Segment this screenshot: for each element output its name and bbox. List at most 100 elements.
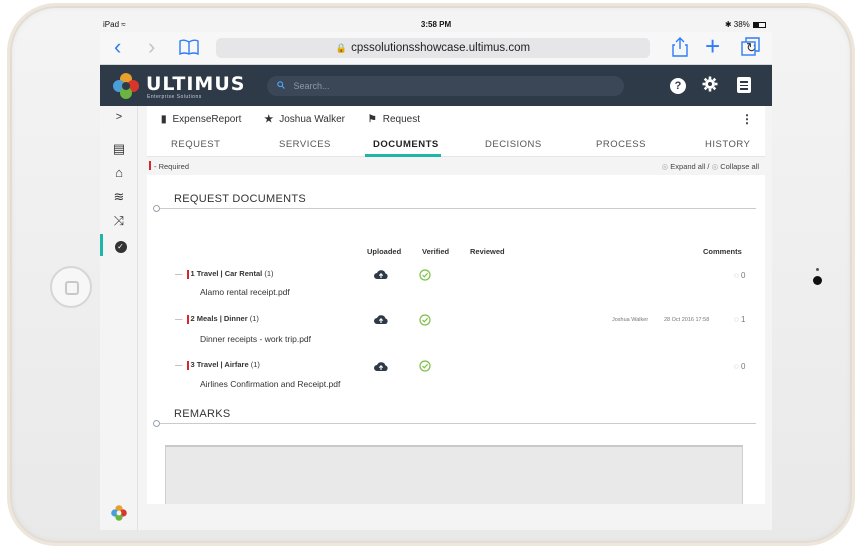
form-icon: ▮ bbox=[161, 114, 167, 125]
url-field[interactable]: 🔒 cpssolutionsshowcase.ultimus.com ↻ bbox=[216, 38, 757, 58]
required-marker bbox=[186, 360, 189, 370]
comment-icon: ◌ bbox=[734, 271, 739, 280]
verified-check-icon[interactable] bbox=[419, 360, 431, 372]
gear-icon[interactable] bbox=[702, 76, 718, 98]
ultimus-mini-logo-icon bbox=[111, 505, 127, 521]
doc-row-title[interactable]: —3 Travel | Airfare (1) bbox=[175, 360, 260, 370]
ultimus-logo-icon[interactable] bbox=[111, 71, 141, 101]
section-title-remarks: REMARKS bbox=[174, 408, 231, 420]
home-square-icon bbox=[65, 281, 79, 295]
sidebar-item-inbox[interactable]: ⌂ bbox=[100, 162, 138, 184]
collapse-section-icon[interactable] bbox=[153, 205, 160, 212]
cloud-upload-icon[interactable] bbox=[374, 314, 388, 324]
tabs-icon[interactable] bbox=[741, 37, 761, 61]
sidebar-item-tasks[interactable]: ▤ bbox=[100, 138, 138, 160]
breadcrumb-step[interactable]: ⚑ Request bbox=[368, 114, 420, 125]
app-header: ULTIMUS Enterprise Solutions Search... ? bbox=[100, 65, 772, 106]
col-reviewed: Reviewed bbox=[470, 247, 505, 256]
collapse-dash-icon: — bbox=[175, 269, 183, 278]
collapse-icon: ◎ bbox=[711, 162, 721, 171]
breadcrumb: ▮ ExpenseReport ★ Joshua Walker ⚑ Request bbox=[161, 114, 440, 125]
section-divider bbox=[156, 208, 756, 209]
comment-author: Joshua Walker bbox=[612, 317, 649, 323]
sidebar-item-layers[interactable]: ≋ bbox=[100, 186, 138, 208]
cloud-upload-icon[interactable] bbox=[374, 361, 388, 371]
col-comments: Comments bbox=[703, 247, 742, 256]
battery-percent: 38% bbox=[733, 20, 750, 29]
chevron-right-icon[interactable]: › bbox=[148, 36, 155, 58]
required-marker bbox=[186, 314, 189, 324]
battery-icon bbox=[753, 21, 766, 28]
expand-icon: ◎ bbox=[661, 162, 671, 171]
help-icon[interactable]: ? bbox=[670, 78, 686, 94]
tab-process[interactable]: PROCESS bbox=[596, 139, 646, 150]
tab-bar: REQUEST SERVICES DOCUMENTS DECISIONS PRO… bbox=[147, 135, 765, 157]
check-circle-icon: ✓ bbox=[114, 241, 127, 253]
ios-status-bar: iPad ≈ 3:58 PM ✱ 38% bbox=[100, 17, 772, 32]
col-verified: Verified bbox=[422, 247, 450, 256]
flag-icon: ⚑ bbox=[367, 114, 377, 125]
sidebar-toggle[interactable]: > bbox=[100, 106, 138, 128]
comment-count[interactable]: ◌ 0 bbox=[734, 271, 745, 280]
tab-services[interactable]: SERVICES bbox=[279, 139, 331, 150]
task-icon: ▤ bbox=[112, 141, 126, 156]
camera-icon bbox=[813, 276, 822, 285]
panel-footer bbox=[138, 504, 772, 530]
comment-icon: ◌ bbox=[734, 315, 739, 324]
cloud-upload-icon[interactable] bbox=[374, 269, 388, 279]
comment-count[interactable]: ◌ 0 bbox=[734, 362, 745, 371]
tab-request[interactable]: REQUEST bbox=[171, 139, 220, 150]
logo-subtitle: Enterprise Solutions bbox=[147, 94, 202, 100]
lock-icon: 🔒 bbox=[335, 43, 348, 53]
sidebar-item-documents[interactable]: ✓ bbox=[100, 234, 138, 256]
collapse-all-link[interactable]: ◎ Collapse all bbox=[712, 162, 759, 171]
required-note: - Required bbox=[154, 162, 190, 171]
url-text: cpssolutionsshowcase.ultimus.com bbox=[351, 42, 531, 54]
search-placeholder: Search... bbox=[293, 81, 330, 91]
logo-name: ULTIMUS bbox=[146, 73, 246, 95]
required-legend-row: - Required ◎ Expand all / ◎ Collapse all bbox=[147, 157, 765, 175]
kebab-icon[interactable]: ⋮ bbox=[741, 112, 753, 126]
share-icon[interactable] bbox=[672, 37, 688, 61]
documents-panel: ▮ ExpenseReport ★ Joshua Walker ⚑ Request ⋮… bbox=[147, 106, 765, 509]
required-marker bbox=[186, 269, 189, 279]
remarks-textarea[interactable] bbox=[165, 445, 743, 509]
search-icon bbox=[277, 81, 288, 91]
collapse-dash-icon: — bbox=[175, 360, 183, 369]
search-input[interactable]: Search... bbox=[267, 76, 624, 96]
section-divider bbox=[156, 423, 756, 424]
doc-file-link[interactable]: Alamo rental receipt.pdf bbox=[200, 287, 290, 297]
section-title-documents: REQUEST DOCUMENTS bbox=[174, 193, 307, 205]
doc-row-title[interactable]: —1 Travel | Car Rental (1) bbox=[175, 269, 274, 279]
comment-count[interactable]: ◌ 1 bbox=[734, 315, 745, 324]
menu-icon[interactable] bbox=[737, 77, 751, 93]
plus-icon[interactable]: + bbox=[705, 33, 720, 59]
sidebar-item-workflow[interactable]: ⤨ bbox=[100, 210, 138, 232]
status-time: 3:58 PM bbox=[420, 20, 452, 29]
breadcrumb-form[interactable]: ▮ ExpenseReport bbox=[161, 114, 241, 125]
bluetooth-icon: ✱ bbox=[724, 20, 732, 29]
sensor-dot bbox=[816, 268, 819, 271]
collapse-section-icon[interactable] bbox=[153, 420, 160, 427]
verified-check-icon[interactable] bbox=[419, 269, 431, 281]
doc-file-link[interactable]: Dinner receipts - work trip.pdf bbox=[200, 334, 311, 344]
ipad-screen: iPad ≈ 3:58 PM ✱ 38% ‹ › 🔒 cpssolutionssh… bbox=[100, 17, 772, 530]
home-button[interactable] bbox=[50, 266, 92, 308]
doc-file-link[interactable]: Airlines Confirmation and Receipt.pdf bbox=[200, 379, 340, 389]
col-uploaded: Uploaded bbox=[367, 247, 402, 256]
required-marker bbox=[149, 161, 151, 170]
book-icon[interactable] bbox=[178, 38, 200, 60]
chevron-left-icon[interactable]: ‹ bbox=[114, 36, 121, 58]
expand-all-link[interactable]: ◎ Expand all bbox=[662, 162, 706, 171]
breadcrumb-user[interactable]: ★ Joshua Walker bbox=[264, 114, 345, 125]
verified-check-icon[interactable] bbox=[419, 314, 431, 326]
inbox-icon: ⌂ bbox=[115, 165, 123, 180]
tab-decisions[interactable]: DECISIONS bbox=[485, 139, 542, 150]
doc-row-title[interactable]: —2 Meals | Dinner (1) bbox=[175, 314, 259, 324]
tab-history[interactable]: HISTORY bbox=[705, 139, 750, 150]
browser-toolbar: ‹ › 🔒 cpssolutionsshowcase.ultimus.com ↻ … bbox=[100, 32, 772, 65]
layers-icon: ≋ bbox=[113, 189, 125, 204]
tab-documents[interactable]: DOCUMENTS bbox=[373, 139, 439, 150]
shuffle-icon: ⤨ bbox=[113, 213, 125, 228]
comment-date: 28 Oct 2016 17:58 bbox=[664, 317, 710, 323]
